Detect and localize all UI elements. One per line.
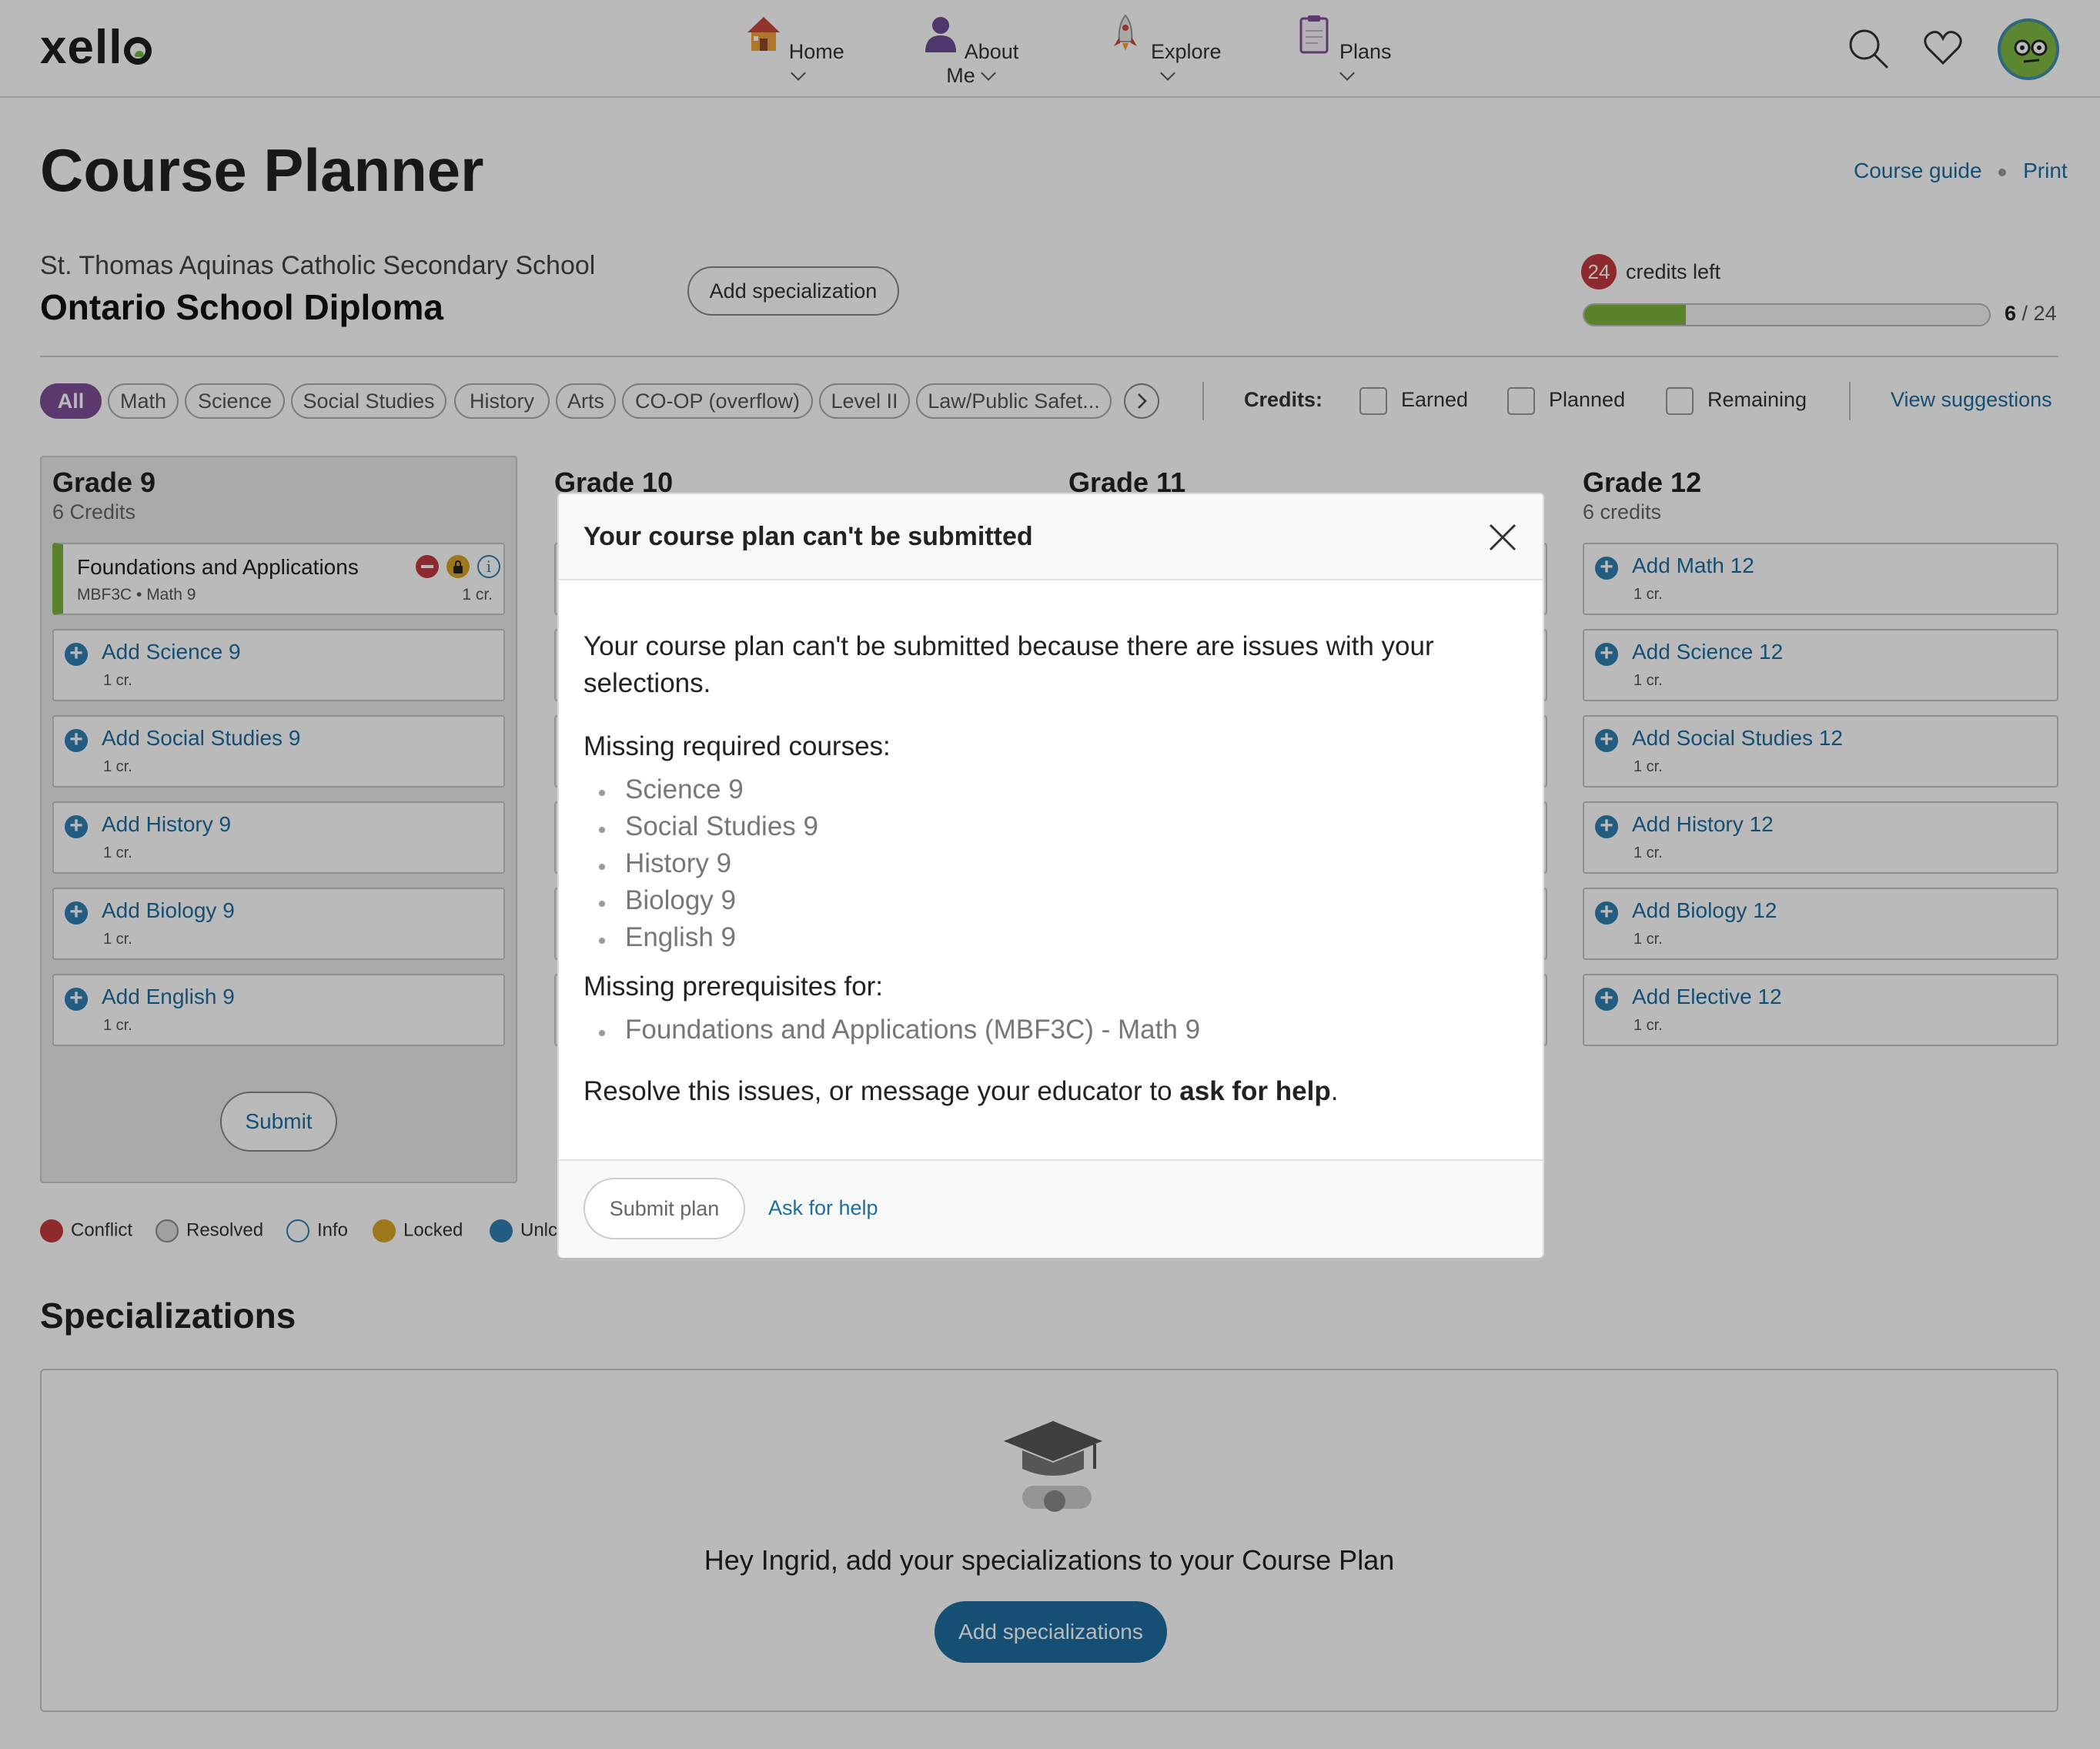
modal-footer: Submit plan Ask for help xyxy=(559,1159,1543,1258)
modal-header: Your course plan can't be submitted xyxy=(559,494,1543,580)
submit-error-modal: Your course plan can't be submitted Your… xyxy=(557,493,1544,1258)
missing-course-item: Social Studies 9 xyxy=(599,811,818,841)
resolve-text: Resolve this issues, or message your edu… xyxy=(584,1076,1172,1106)
missing-course-item: Science 9 xyxy=(599,774,744,804)
missing-prereq-label: Missing prerequisites for: xyxy=(584,971,884,1002)
missing-prereq-item: Foundations and Applications (MBF3C) - M… xyxy=(598,1015,1201,1045)
missing-required-label: Missing required courses: xyxy=(584,731,891,761)
ask-for-help-inline: ask for help xyxy=(1179,1076,1331,1106)
ask-for-help-link[interactable]: Ask for help xyxy=(768,1196,878,1220)
missing-course-item: English 9 xyxy=(599,922,736,952)
modal-title: Your course plan can't be submitted xyxy=(584,522,1033,551)
resolve-end: . xyxy=(1330,1076,1339,1106)
submit-plan-button[interactable]: Submit plan xyxy=(584,1178,745,1239)
close-icon[interactable] xyxy=(1487,522,1518,553)
missing-course-item: History 9 xyxy=(598,848,732,878)
modal-intro: Your course plan can't be submitted beca… xyxy=(584,631,1434,698)
missing-course-item: Biology 9 xyxy=(599,885,736,915)
resolve-message: Resolve this issues, or message your edu… xyxy=(584,1073,1338,1110)
